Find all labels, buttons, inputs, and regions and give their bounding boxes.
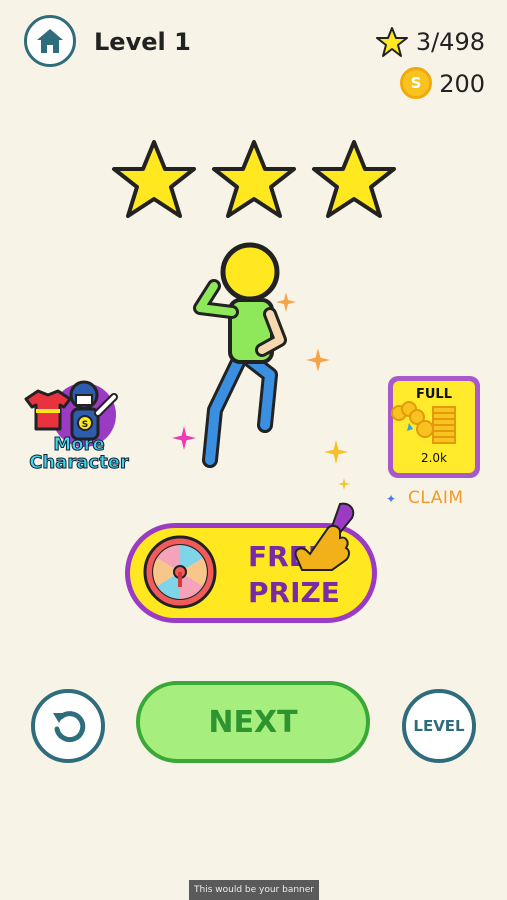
stars-count: 3/498 xyxy=(415,28,485,56)
level-button-label: LEVEL xyxy=(413,717,465,735)
level-title: Level 1 xyxy=(94,28,191,56)
stickman-character xyxy=(193,242,287,468)
star-count-icon xyxy=(376,27,408,57)
sparkle-icon xyxy=(276,292,296,312)
restart-button[interactable] xyxy=(31,689,105,763)
home-button[interactable] xyxy=(24,15,76,67)
sparkle-icon: ✦ xyxy=(386,492,397,506)
ad-banner[interactable]: This would be your banner xyxy=(189,880,319,900)
full-card-amount: 2.0k xyxy=(420,451,448,465)
sparkle-icon xyxy=(324,440,348,464)
full-card-inner: FULL 2.0k xyxy=(391,381,475,473)
next-button[interactable]: NEXT xyxy=(136,681,370,763)
result-star-2 xyxy=(212,140,296,218)
free-prize-line2: PRIZE xyxy=(248,576,340,609)
pointing-hand-icon xyxy=(294,502,355,571)
sparkle-icon xyxy=(338,478,350,490)
coins-count: 200 xyxy=(439,70,485,98)
full-coins-card[interactable]: FULL 2.0k xyxy=(388,376,480,478)
more-character-label: More Character xyxy=(26,435,132,473)
coin-stack-icon xyxy=(391,401,456,444)
result-star-1 xyxy=(112,140,196,218)
result-star-3 xyxy=(312,140,396,218)
level-button[interactable]: LEVEL xyxy=(402,689,476,763)
coin-icon: S xyxy=(400,67,432,99)
more-character-line2: Character xyxy=(29,452,130,473)
prize-wheel-icon xyxy=(143,535,217,609)
sparkle-icon xyxy=(172,426,196,450)
badge-letter: S xyxy=(82,420,88,430)
claim-button[interactable]: CLAIM xyxy=(408,488,464,508)
sparkle-icon xyxy=(306,348,330,372)
home-icon xyxy=(37,29,63,53)
restart-icon xyxy=(53,711,86,743)
coin-symbol: S xyxy=(410,74,422,92)
